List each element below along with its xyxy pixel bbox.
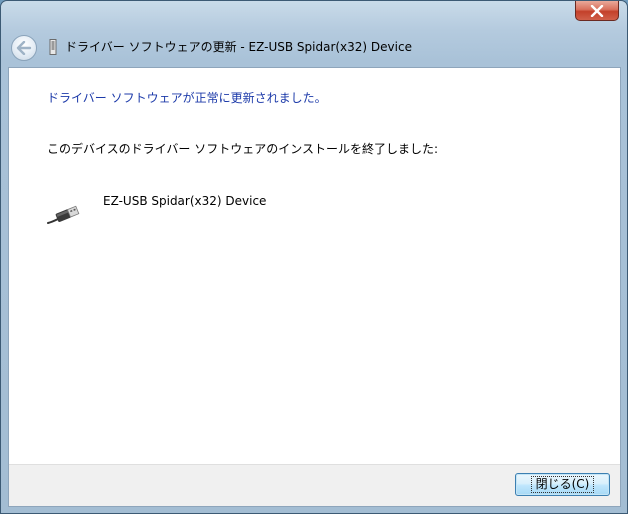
window-title: ドライバー ソフトウェアの更新 - EZ-USB Spidar(x32) Dev… (65, 40, 412, 54)
window-close-button[interactable] (575, 1, 619, 21)
content-area: ドライバー ソフトウェアが正常に更新されました。 このデバイスのドライバー ソフ… (8, 67, 621, 507)
usb-plug-icon (47, 205, 80, 224)
device-name: EZ-USB Spidar(x32) Device (103, 194, 267, 208)
back-arrow-icon (16, 41, 32, 55)
back-button[interactable] (11, 35, 37, 61)
close-button[interactable]: 閉じる(C) (515, 473, 610, 496)
close-x-icon (590, 4, 604, 17)
button-bar: 閉じる(C) (9, 464, 620, 506)
dialog-window: ドライバー ソフトウェアの更新 - EZ-USB Spidar(x32) Dev… (0, 0, 628, 514)
close-button-label: 閉じる(C) (530, 476, 595, 493)
completion-message: このデバイスのドライバー ソフトウェアのインストールを終了しました: (47, 142, 439, 156)
success-heading: ドライバー ソフトウェアが正常に更新されました。 (47, 91, 327, 105)
device-icon (49, 39, 57, 55)
